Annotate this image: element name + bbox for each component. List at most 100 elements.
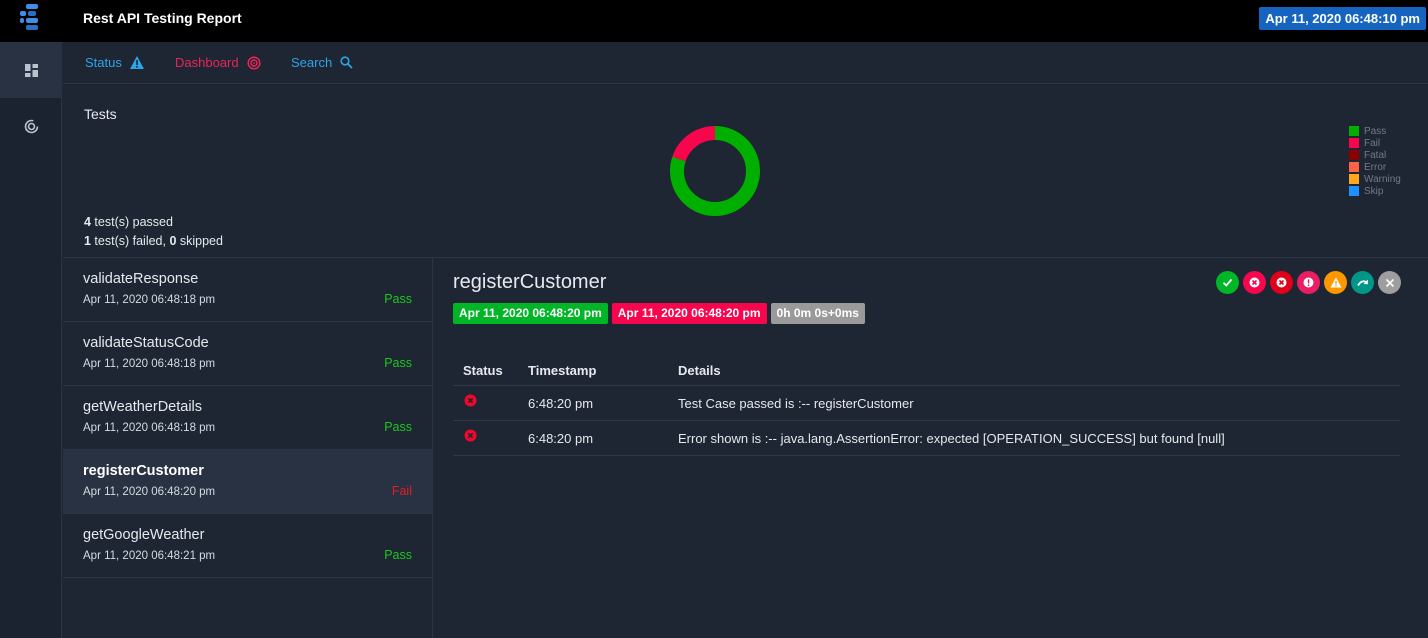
dashboard-icon bbox=[24, 119, 38, 133]
column-header-details: Details bbox=[678, 363, 721, 378]
test-time: Apr 11, 2020 06:48:18 pm bbox=[83, 358, 216, 370]
test-status: Pass bbox=[384, 292, 412, 306]
legend-label: Fatal bbox=[1364, 149, 1387, 161]
legend-swatch bbox=[1349, 174, 1359, 184]
test-list-item[interactable]: getWeatherDetails Apr 11, 2020 06:48:18 … bbox=[63, 386, 432, 450]
legend-item-warning[interactable]: Warning bbox=[1349, 173, 1401, 185]
tests-summary-panel: Tests Pass Fail Fatal Error Warning Skip 4 te… bbox=[63, 84, 1428, 258]
skipped-text: skipped bbox=[176, 234, 223, 248]
failed-skipped-summary: 1 test(s) failed, 0 skipped bbox=[84, 234, 223, 248]
fatal-filter-button[interactable] bbox=[1270, 271, 1293, 294]
legend-swatch bbox=[1349, 138, 1359, 148]
test-list: validateResponse Apr 11, 2020 06:48:18 p… bbox=[63, 258, 433, 638]
log-table-header: Status Timestamp Details bbox=[453, 354, 1400, 386]
test-detail-panel: registerCustomer Apr 11, 2020 06:48:20 p… bbox=[433, 258, 1428, 638]
test-name: getWeatherDetails bbox=[83, 399, 203, 415]
failed-text: test(s) failed, bbox=[90, 234, 170, 248]
test-time: Apr 11, 2020 06:48:20 pm bbox=[83, 486, 216, 498]
log-row: 6:48:20 pm Test Case passed is :-- regis… bbox=[453, 386, 1400, 421]
tests-title: Tests bbox=[84, 106, 117, 122]
dashboard-icon bbox=[247, 55, 261, 70]
test-name: registerCustomer bbox=[83, 463, 204, 479]
column-header-status: Status bbox=[463, 363, 503, 378]
fail-filter-button[interactable] bbox=[1243, 271, 1266, 294]
sidebar bbox=[0, 42, 62, 638]
duration-chip: 0h 0m 0s+0ms bbox=[770, 303, 865, 324]
start-time-chip: Apr 11, 2020 06:48:20 pm bbox=[453, 303, 608, 324]
sidebar-item-dashboard[interactable] bbox=[0, 98, 62, 154]
test-name: validateStatusCode bbox=[83, 335, 209, 351]
skip-arrow-icon bbox=[1356, 279, 1368, 286]
log-table: Status Timestamp Details 6:48:20 pm Test… bbox=[453, 354, 1400, 456]
pass-filter-button[interactable] bbox=[1216, 271, 1239, 294]
error-filter-button[interactable] bbox=[1297, 271, 1320, 294]
log-row: 6:48:20 pm Error shown is :-- java.lang.… bbox=[453, 421, 1400, 456]
nav-search-label: Search bbox=[291, 55, 333, 70]
warning-icon bbox=[1330, 277, 1341, 288]
tests-donut-chart bbox=[670, 126, 760, 216]
close-icon bbox=[1385, 278, 1394, 287]
nav-search-link[interactable]: Search bbox=[291, 55, 353, 70]
status-filter-buttons bbox=[1216, 271, 1401, 294]
error-exclamation-icon bbox=[1303, 277, 1314, 288]
test-list-item[interactable]: getGoogleWeather Apr 11, 2020 06:48:21 p… bbox=[63, 514, 432, 578]
test-status: Pass bbox=[384, 420, 412, 434]
log-details: Error shown is :-- java.lang.AssertionEr… bbox=[678, 431, 1225, 446]
clear-filter-button[interactable] bbox=[1378, 271, 1401, 294]
fail-circle-icon bbox=[464, 429, 477, 445]
fail-x-icon bbox=[1249, 277, 1260, 288]
skip-filter-button[interactable] bbox=[1351, 271, 1374, 294]
extent-logo[interactable] bbox=[20, 4, 42, 30]
check-icon bbox=[1222, 278, 1233, 287]
failed-count: 1 bbox=[84, 234, 91, 248]
detail-title: registerCustomer bbox=[453, 271, 607, 293]
passed-count: 4 bbox=[84, 215, 91, 229]
test-name: validateResponse bbox=[83, 271, 199, 287]
passed-text: test(s) passed bbox=[90, 215, 173, 229]
legend-item-skip[interactable]: Skip bbox=[1349, 185, 1401, 197]
grid-icon bbox=[24, 63, 38, 77]
nav-bar: Status Dashboard Search bbox=[63, 42, 1428, 84]
legend-swatch bbox=[1349, 186, 1359, 196]
report-date-badge: Apr 11, 2020 06:48:10 pm bbox=[1259, 7, 1426, 30]
test-list-item[interactable]: registerCustomer Apr 11, 2020 06:48:20 p… bbox=[63, 450, 432, 514]
legend-label: Error bbox=[1364, 161, 1387, 173]
fail-circle-icon bbox=[464, 394, 477, 410]
legend-swatch bbox=[1349, 150, 1359, 160]
legend-item-pass[interactable]: Pass bbox=[1349, 125, 1401, 137]
legend-swatch bbox=[1349, 126, 1359, 136]
legend-label: Pass bbox=[1364, 125, 1387, 137]
test-list-item[interactable]: validateStatusCode Apr 11, 2020 06:48:18… bbox=[63, 322, 432, 386]
test-list-item[interactable]: validateResponse Apr 11, 2020 06:48:18 p… bbox=[63, 258, 432, 322]
legend-item-fail[interactable]: Fail bbox=[1349, 137, 1401, 149]
legend-item-fatal[interactable]: Fatal bbox=[1349, 149, 1401, 161]
warning-filter-button[interactable] bbox=[1324, 271, 1347, 294]
test-status: Pass bbox=[384, 356, 412, 370]
fatal-x-icon bbox=[1276, 277, 1287, 288]
app-title: Rest API Testing Report bbox=[83, 10, 242, 26]
detail-chips: Apr 11, 2020 06:48:20 pm Apr 11, 2020 06… bbox=[453, 303, 865, 324]
top-bar: Rest API Testing Report Apr 11, 2020 06:… bbox=[0, 0, 1428, 42]
test-name: getGoogleWeather bbox=[83, 527, 205, 543]
passed-summary: 4 test(s) passed bbox=[84, 215, 173, 229]
legend-label: Warning bbox=[1364, 173, 1401, 185]
log-details: Test Case passed is :-- registerCustomer bbox=[678, 396, 914, 411]
sidebar-item-tests[interactable] bbox=[0, 42, 62, 98]
test-time: Apr 11, 2020 06:48:18 pm bbox=[83, 422, 216, 434]
nav-status-label: Status bbox=[85, 55, 122, 70]
nav-dashboard-link[interactable]: Dashboard bbox=[175, 55, 261, 70]
test-time: Apr 11, 2020 06:48:21 pm bbox=[83, 550, 216, 562]
test-status: Fail bbox=[391, 484, 412, 498]
test-time: Apr 11, 2020 06:48:18 pm bbox=[83, 294, 216, 306]
chart-legend: Pass Fail Fatal Error Warning Skip bbox=[1349, 125, 1401, 197]
end-time-chip: Apr 11, 2020 06:48:20 pm bbox=[611, 303, 767, 324]
legend-label: Skip bbox=[1364, 185, 1384, 197]
legend-item-error[interactable]: Error bbox=[1349, 161, 1401, 173]
nav-status-link[interactable]: Status bbox=[85, 55, 144, 70]
nav-dashboard-label: Dashboard bbox=[175, 55, 239, 70]
legend-label: Fail bbox=[1364, 137, 1381, 149]
search-icon bbox=[340, 56, 353, 69]
log-timestamp: 6:48:20 pm bbox=[528, 396, 594, 411]
column-header-timestamp: Timestamp bbox=[528, 363, 597, 378]
log-timestamp: 6:48:20 pm bbox=[528, 431, 594, 446]
